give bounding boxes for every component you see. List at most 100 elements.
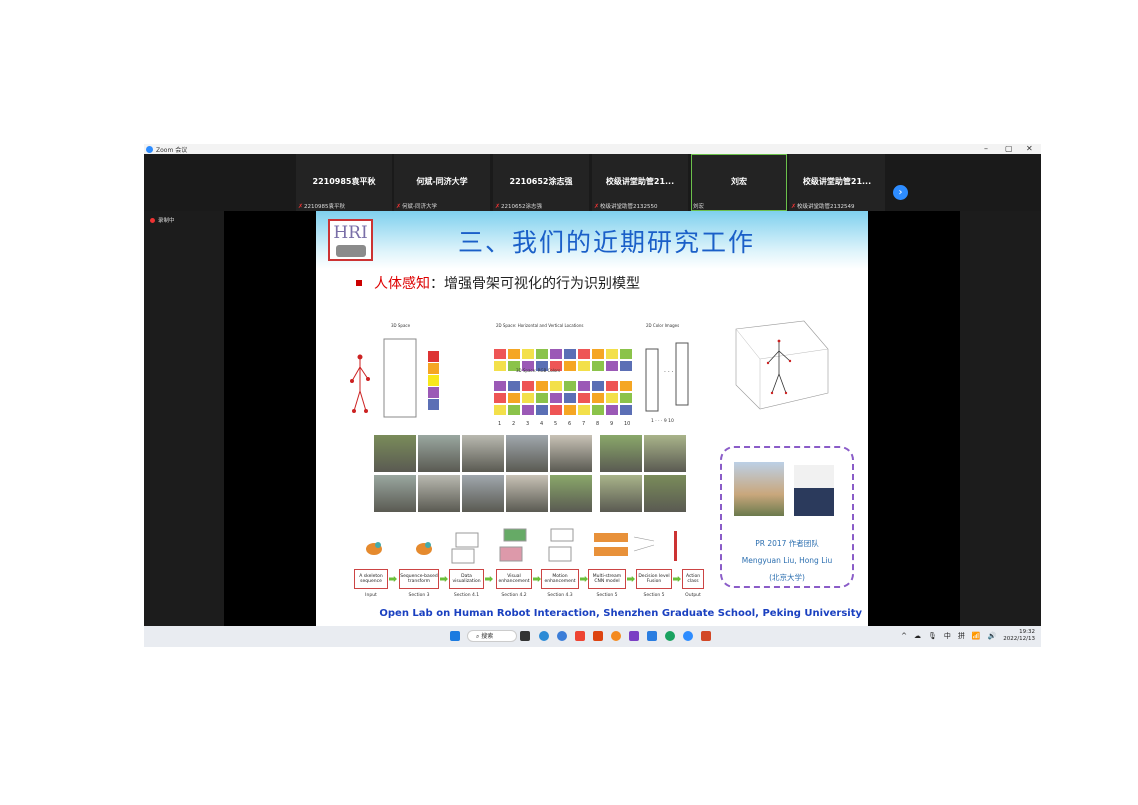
participant-strip: 2210985袁平秋 ✗2210985袁平秋 何斌-同济大学 ✗ 何斌-同济大学 … [144,154,1041,211]
footer-text: Open Lab on Human Robot Interaction, She… [379,608,862,619]
participant-label: 校级讲堂助管2132550 [600,204,658,210]
chevron-up-icon[interactable]: ^ [901,632,907,640]
cloud-icon[interactable]: ☁ [914,632,921,640]
matrix-cell [592,349,604,359]
action-photo [600,475,642,512]
participant-name: 何斌-同济大学 [416,177,468,186]
matrix-cell [508,405,520,415]
pipeline-step-box: Sequence-based transform [399,569,439,589]
chrome-icon[interactable] [539,631,549,641]
participant-name: 2210985袁平秋 [312,177,376,186]
bullet-text: ：增强骨架可视化的行为识别模型 [430,276,640,292]
frame-number-label: 8 [596,421,599,427]
participant-tile-active-speaker[interactable]: 刘宏 刘宏 [691,154,787,211]
participant-tile[interactable]: 2210652涂志强 ✗2210652涂志强 [493,154,589,211]
pipeline-arrow-icon [580,576,588,582]
clock[interactable]: 19:32 2022/12/13 [1003,629,1035,643]
participant-name: 校级讲堂助管21... [802,177,872,186]
pipeline-arrow-icon [673,576,681,582]
close-button[interactable]: ✕ [1026,144,1033,154]
participant-label: 2210985袁平秋 [304,204,346,210]
matrix-cell [592,393,604,403]
pipeline-arrow-icon [485,576,493,582]
participant-tile[interactable]: 2210985袁平秋 ✗2210985袁平秋 [296,154,392,211]
pipeline-step-box: Visual enhancement [496,569,532,589]
frame-number-label: 1 [498,421,501,427]
action-photo [550,435,592,472]
settings-icon[interactable] [557,631,567,641]
mic-muted-icon: ✗ [791,203,797,210]
frame-number-label: 4 [540,421,543,427]
task-view-icon[interactable] [520,631,530,641]
frame-index-dots: 1 · · · 9 10 [651,419,674,424]
firefox-icon[interactable] [611,631,621,641]
action-photo [550,475,592,512]
windows-taskbar: ⌕ 搜索 ^ ☁ 🎙 中 拼 📶 🔊 19:32 2022/12/13 [144,626,1041,647]
participant-tile[interactable]: 校级讲堂助管21... ✗校级讲堂助管2132549 [789,154,885,211]
frame-number-label: 2 [512,421,515,427]
app-icon[interactable] [593,631,603,641]
pipeline-step-label: Section 3 [408,593,430,598]
next-page-button[interactable]: › [893,185,908,200]
matrix-cell [564,405,576,415]
volume-icon[interactable]: 🔊 [988,632,997,640]
microphone-icon[interactable]: 🎙 [928,632,937,640]
matrix-cell [592,381,604,391]
app-icon[interactable] [575,631,585,641]
action-photo [374,435,416,472]
label-color-images: 2D Color Images [646,323,680,328]
slide-bullet: 人体感知 ：增强骨架可视化的行为识别模型 [356,273,640,293]
window-title: Zoom 会议 [156,146,188,154]
zoom-window: Zoom 会议 – ▢ ✕ 2210985袁平秋 ✗2210985袁平秋 何斌-… [144,144,1041,647]
onenote-icon[interactable] [629,631,639,641]
search-label: 搜索 [481,633,494,640]
pipeline-arrow-icon [440,576,448,582]
wechat-icon[interactable] [665,631,675,641]
action-photo [506,435,548,472]
matrix-cell [620,381,632,391]
maximize-button[interactable]: ▢ [1005,144,1013,154]
clock-date: 2022/12/13 [1003,636,1035,642]
minimize-button[interactable]: – [984,144,988,154]
matrix-cell [620,405,632,415]
bullet-square-icon [356,280,362,286]
matrix-cell [620,361,632,371]
team-line-1: PR 2017 作者团队 [755,539,819,548]
pipeline-thumbnails [366,528,677,564]
app-icon[interactable] [647,631,657,641]
system-tray: ^ ☁ 🎙 中 拼 📶 🔊 19:32 2022/12/13 [901,629,1035,643]
action-photo [462,475,504,512]
zoom-taskbar-icon[interactable] [683,631,693,641]
author-photo-liu-hong [794,465,834,516]
taskbar-search[interactable]: ⌕ 搜索 [467,630,517,642]
wifi-icon[interactable]: 📶 [972,632,981,640]
matrix-cell [606,405,618,415]
pipeline-step-label: Section 4.2 [501,593,527,598]
matrix-cell [606,361,618,371]
matrix-cell [522,381,534,391]
pipeline-step-box: Motion enhancement [541,569,579,589]
chevron-right-icon: › [898,187,903,198]
hri-logo: HRI [328,219,373,261]
participant-name: 2210652涂志强 [509,177,573,186]
matrix-cell [550,405,562,415]
frame-ellipsis: · · · [664,369,674,376]
logo-text: HRI [333,223,368,243]
matrix-cell [508,381,520,391]
pipeline-step-label: Section 5 [643,593,665,598]
pipeline-step-label: Input [365,593,377,598]
participant-tile[interactable]: 校级讲堂助管21... ✗校级讲堂助管2132550 [592,154,688,211]
start-windows-icon[interactable] [450,631,460,641]
ime-mode[interactable]: 中 [944,631,951,641]
powerpoint-icon[interactable] [701,631,711,641]
pipeline-step-label: Section 4.1 [453,593,480,598]
skeleton-visualization-diagram: 1 2 3 4 5 6 7 8 9 10 3D Space 2D Space: Horizonta… [346,319,716,429]
author-photo-liu-mengyuan [734,462,784,516]
matrix-cell [550,393,562,403]
action-photo-grid [374,435,686,513]
participant-tile[interactable]: 何斌-同济大学 ✗何斌-同济大学 [394,154,490,211]
ime-pinyin[interactable]: 拼 [958,631,965,641]
matrix-cell [578,349,590,359]
frame-number-label: 6 [568,421,571,427]
matrix-cell [550,349,562,359]
